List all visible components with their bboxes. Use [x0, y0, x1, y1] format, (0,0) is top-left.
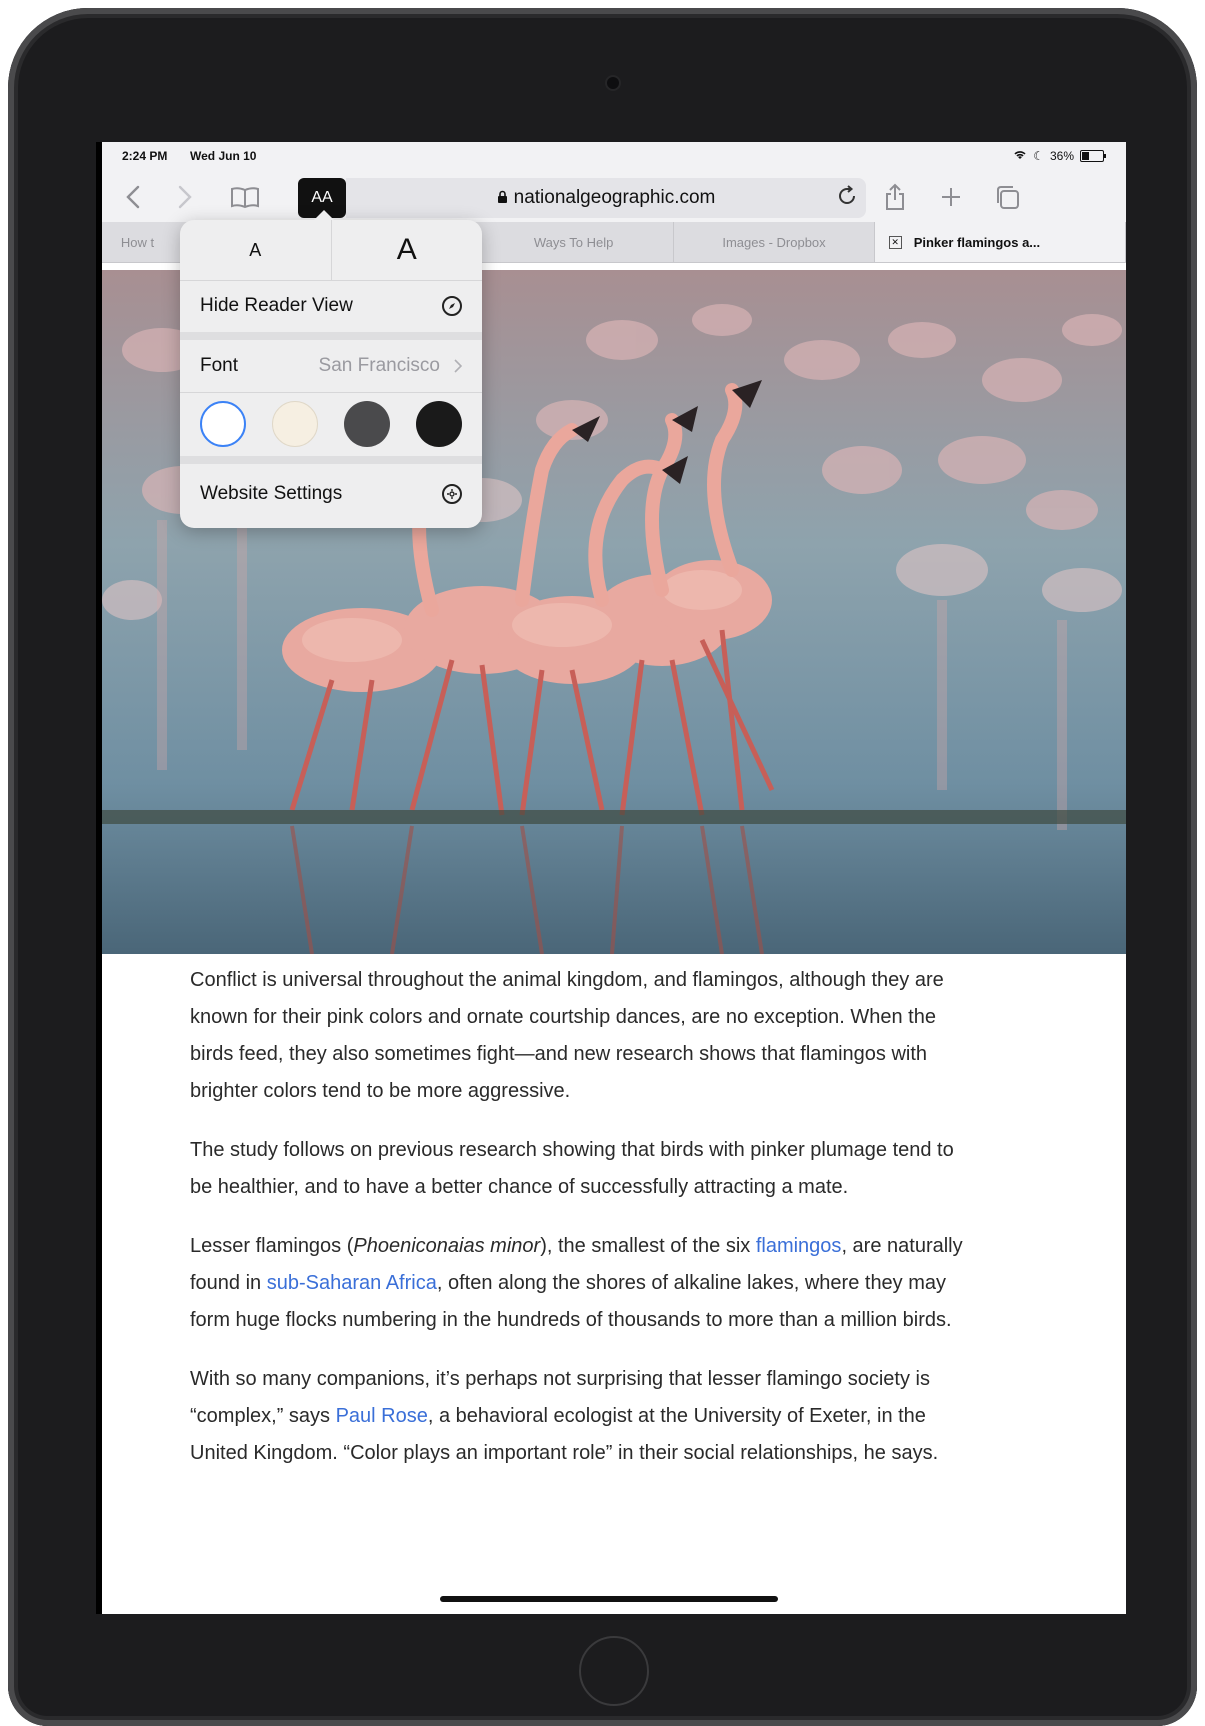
- url-text: nationalgeographic.com: [513, 187, 716, 208]
- reload-button[interactable]: [836, 185, 858, 213]
- status-bar: 2:24 PM Wed Jun 10 ☾ 36%: [102, 142, 1126, 170]
- article-paragraph: The study follows on previous research s…: [190, 1139, 954, 1198]
- article-paragraph: With so many companions, it’s perhaps no…: [190, 1361, 970, 1472]
- text-run: Lesser flamingos (: [190, 1235, 354, 1257]
- compass-icon: [442, 296, 462, 316]
- battery-percent: 36%: [1049, 149, 1074, 163]
- front-camera: [607, 77, 619, 89]
- status-time: 2:24 PM: [122, 149, 168, 163]
- article-paragraph: Lesser flamingos (Phoeniconaias minor), …: [190, 1228, 970, 1339]
- font-label: Font: [200, 355, 239, 376]
- wifi-icon: [1013, 149, 1027, 163]
- theme-gray-swatch[interactable]: [344, 401, 390, 447]
- bookmarks-button[interactable]: [228, 180, 262, 214]
- status-indicators: ☾ 36%: [1013, 149, 1106, 163]
- font-picker-row[interactable]: Font San Francisco: [180, 340, 482, 392]
- text-run: ), the smallest of the six: [540, 1235, 756, 1257]
- close-tab-icon[interactable]: ✕: [888, 235, 902, 249]
- species-name: Phoeniconaias minor: [353, 1235, 541, 1257]
- website-settings-label: Website Settings: [200, 483, 343, 504]
- book-icon: [231, 187, 259, 209]
- share-icon: [886, 183, 904, 210]
- home-button[interactable]: [579, 1636, 649, 1706]
- font-size-row: A A: [180, 220, 482, 280]
- hide-reader-view-label: Hide Reader View: [200, 295, 353, 316]
- lock-icon: [497, 190, 508, 207]
- back-button[interactable]: [116, 180, 150, 214]
- gear-icon: [442, 484, 462, 504]
- tab-pinker-flamingos[interactable]: ✕ Pinker flamingos a...: [874, 222, 1126, 262]
- status-date: Wed Jun 10: [190, 149, 257, 163]
- tabs-overview-button[interactable]: [990, 180, 1024, 214]
- article-body: Conflict is universal throughout the ani…: [190, 962, 970, 1494]
- theme-white-swatch[interactable]: [200, 401, 246, 447]
- address-bar[interactable]: nationalgeographic.com: [346, 178, 866, 218]
- chevron-left-icon: [126, 185, 140, 209]
- paul-rose-link[interactable]: Paul Rose: [336, 1405, 428, 1427]
- theme-black-swatch[interactable]: [416, 401, 462, 447]
- font-value-group: San Francisco: [319, 355, 462, 377]
- battery-icon: [1080, 150, 1106, 162]
- plus-icon: [942, 188, 960, 206]
- browser-toolbar: AA nationalgeographic.com: [102, 170, 1126, 222]
- tab-ways-to-help[interactable]: Ways To Help: [474, 222, 675, 262]
- tab-label: Pinker flamingos a...: [913, 234, 1041, 250]
- forward-button[interactable]: [168, 180, 202, 214]
- home-indicator[interactable]: [440, 1596, 778, 1602]
- moon-icon: ☾: [1033, 149, 1044, 163]
- ipad-frame: 2:24 PM Wed Jun 10 ☾ 36% AA nationalgeog…: [8, 8, 1197, 1726]
- safari-window: 2:24 PM Wed Jun 10 ☾ 36% AA nationalgeog…: [102, 142, 1126, 1614]
- reader-appearance-popover: A A Hide Reader View Font San Francisco: [180, 210, 482, 528]
- tab-label: Images - Dropbox: [722, 234, 826, 250]
- screen: 2:24 PM Wed Jun 10 ☾ 36% AA nationalgeog…: [96, 142, 1126, 1614]
- reload-icon: [839, 185, 855, 204]
- hide-reader-view-button[interactable]: Hide Reader View: [180, 280, 482, 332]
- decrease-font-button[interactable]: A: [180, 220, 332, 280]
- tabs-icon: [997, 186, 1019, 209]
- chevron-right-icon: [454, 359, 462, 373]
- tab-label: How t: [120, 234, 155, 250]
- share-button[interactable]: [878, 180, 912, 214]
- article-paragraph: Conflict is universal throughout the ani…: [190, 969, 944, 1102]
- font-value: San Francisco: [318, 355, 440, 376]
- increase-font-button[interactable]: A: [332, 220, 483, 280]
- new-tab-button[interactable]: [934, 180, 968, 214]
- theme-swatches-row: [180, 392, 482, 456]
- theme-sepia-swatch[interactable]: [272, 401, 318, 447]
- section-divider: [180, 456, 482, 464]
- chevron-right-icon: [178, 185, 192, 209]
- tab-label: Ways To Help: [533, 234, 614, 250]
- tab-images-dropbox[interactable]: Images - Dropbox: [674, 222, 875, 262]
- sub-saharan-africa-link[interactable]: sub-Saharan Africa: [267, 1272, 437, 1294]
- website-settings-button[interactable]: Website Settings: [180, 464, 482, 524]
- flamingos-link[interactable]: flamingos: [756, 1235, 842, 1257]
- section-divider: [180, 332, 482, 340]
